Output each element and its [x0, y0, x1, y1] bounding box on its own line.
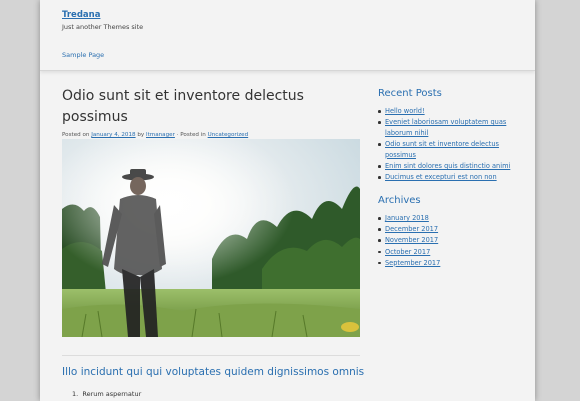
category-link[interactable]: Uncategorized: [208, 132, 249, 138]
recent-post-link[interactable]: Ducimus et excepturi est non non: [378, 172, 518, 183]
sidebar: Recent Posts Hello world! Eveniet labori…: [378, 88, 518, 280]
site-header: Tredana Just another Themes site Sample …: [40, 0, 535, 71]
post-title: Odio sunt sit et inventore delectus poss…: [62, 88, 304, 125]
meta-posted-in: · Posted in: [176, 132, 206, 138]
post-subheading: Illo incidunt qui qui voluptates quidem …: [62, 366, 365, 378]
recent-post-link[interactable]: Enim sint dolores quis distinctio animi: [378, 161, 518, 172]
meta-by: by: [137, 132, 145, 138]
archive-link[interactable]: September 2017: [378, 258, 518, 269]
site-description: Just another Themes site: [62, 23, 144, 31]
nav-item-sample-page[interactable]: Sample Page: [62, 51, 104, 59]
archive-link[interactable]: December 2017: [378, 224, 518, 235]
post-date-link[interactable]: January 4, 2018: [91, 132, 135, 138]
featured-photo-man-in-field-icon: [62, 139, 360, 337]
archives-widget: Archives January 2018 December 2017 Nove…: [378, 195, 518, 269]
recent-post-link[interactable]: Hello world!: [378, 106, 518, 117]
archives-title: Archives: [378, 194, 421, 206]
list-item-text: Rerum aspernatur: [82, 390, 142, 398]
archive-link[interactable]: January 2018: [378, 213, 518, 224]
recent-posts-title: Recent Posts: [378, 88, 442, 99]
post-header: Odio sunt sit et inventore delectus poss…: [62, 86, 360, 138]
content-divider: [62, 355, 360, 356]
recent-post-link[interactable]: Eveniet laboriosam voluptatem quas labor…: [378, 117, 518, 138]
ordered-list-item: 1. Rerum aspernatur: [72, 390, 142, 398]
recent-post-link[interactable]: Odio sunt sit et inventore delectus poss…: [378, 139, 518, 160]
meta-posted-on: Posted on: [62, 132, 90, 138]
archive-link[interactable]: November 2017: [378, 235, 518, 246]
featured-image: [62, 139, 360, 337]
site-title-link[interactable]: Tredana: [62, 10, 100, 20]
page-container: Tredana Just another Themes site Sample …: [40, 0, 535, 401]
post-meta: Posted on January 4, 2018 by ltmanager ·…: [62, 132, 360, 138]
author-link[interactable]: ltmanager: [146, 132, 175, 138]
archive-link[interactable]: October 2017: [378, 247, 518, 258]
recent-posts-widget: Recent Posts Hello world! Eveniet labori…: [378, 88, 518, 183]
